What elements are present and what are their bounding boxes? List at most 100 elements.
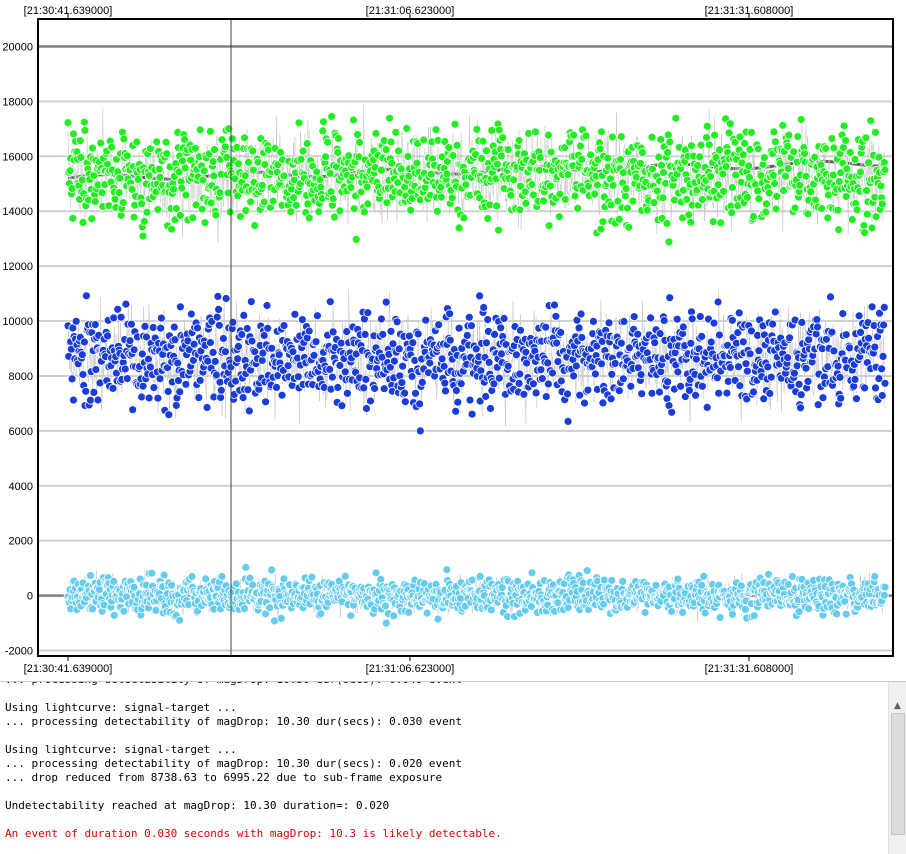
data-point bbox=[403, 124, 411, 132]
data-point bbox=[329, 195, 337, 203]
data-point bbox=[92, 366, 100, 374]
data-point bbox=[191, 144, 199, 152]
data-point bbox=[687, 218, 695, 226]
data-point bbox=[764, 363, 772, 371]
data-point bbox=[414, 330, 422, 338]
data-point bbox=[66, 167, 74, 175]
data-point bbox=[123, 375, 131, 383]
data-point bbox=[493, 202, 501, 210]
data-point bbox=[451, 120, 459, 128]
data-point bbox=[367, 397, 375, 405]
data-point bbox=[165, 411, 173, 419]
data-point bbox=[688, 315, 696, 323]
data-point bbox=[407, 206, 415, 214]
data-point bbox=[139, 232, 147, 240]
data-point bbox=[214, 292, 222, 300]
data-point bbox=[251, 222, 259, 230]
data-point bbox=[479, 137, 487, 145]
data-point bbox=[617, 155, 625, 163]
data-point bbox=[88, 215, 96, 223]
data-point bbox=[72, 317, 80, 325]
data-point bbox=[104, 332, 112, 340]
data-point bbox=[443, 170, 451, 178]
data-point bbox=[627, 382, 635, 390]
data-point bbox=[466, 396, 474, 404]
data-point bbox=[269, 197, 277, 205]
data-point bbox=[598, 360, 606, 368]
data-point bbox=[477, 367, 485, 375]
data-point bbox=[258, 181, 266, 189]
data-point bbox=[703, 134, 711, 142]
data-point bbox=[760, 154, 768, 162]
data-point bbox=[388, 159, 396, 167]
data-point bbox=[382, 298, 390, 306]
data-point bbox=[750, 388, 758, 396]
data-point bbox=[146, 145, 154, 153]
data-point bbox=[326, 365, 334, 373]
data-point bbox=[863, 187, 871, 195]
data-point bbox=[157, 314, 165, 322]
data-point bbox=[868, 303, 876, 311]
data-point bbox=[515, 379, 523, 387]
data-point bbox=[720, 187, 728, 195]
data-point bbox=[467, 322, 475, 330]
data-point bbox=[482, 147, 490, 155]
data-point bbox=[707, 172, 715, 180]
data-point bbox=[827, 293, 835, 301]
data-point bbox=[442, 387, 450, 395]
data-point bbox=[226, 208, 234, 216]
data-point bbox=[576, 142, 584, 150]
data-point bbox=[698, 332, 706, 340]
data-point bbox=[324, 138, 332, 146]
data-point bbox=[782, 172, 790, 180]
data-point bbox=[495, 226, 503, 234]
lightcurve-chart[interactable]: -200002000400060008000100001200014000160… bbox=[0, 0, 906, 681]
data-point bbox=[617, 133, 625, 141]
data-point bbox=[617, 339, 625, 347]
data-point bbox=[828, 328, 836, 336]
data-point bbox=[499, 134, 507, 142]
data-point bbox=[221, 143, 229, 151]
data-point bbox=[273, 383, 281, 391]
data-point bbox=[557, 377, 565, 385]
data-point bbox=[248, 337, 256, 345]
data-point bbox=[247, 198, 255, 206]
data-point bbox=[297, 155, 305, 163]
data-point bbox=[313, 312, 321, 320]
data-point bbox=[604, 154, 612, 162]
data-point bbox=[619, 169, 627, 177]
data-point bbox=[155, 165, 163, 173]
data-point bbox=[164, 388, 172, 396]
data-point bbox=[80, 338, 88, 346]
data-point bbox=[387, 138, 395, 146]
data-point bbox=[89, 144, 97, 152]
data-point bbox=[242, 207, 250, 215]
data-point bbox=[872, 384, 880, 392]
data-point bbox=[834, 206, 842, 214]
data-point bbox=[412, 389, 420, 397]
data-point bbox=[465, 313, 473, 321]
data-point bbox=[452, 387, 460, 395]
data-point bbox=[747, 128, 755, 136]
data-point bbox=[468, 410, 476, 418]
data-point bbox=[420, 136, 428, 144]
data-point bbox=[839, 310, 847, 318]
data-point bbox=[241, 172, 249, 180]
data-point bbox=[334, 384, 342, 392]
data-point bbox=[648, 389, 656, 397]
data-point bbox=[846, 149, 854, 157]
data-point bbox=[651, 339, 659, 347]
data-point bbox=[739, 151, 747, 159]
data-point bbox=[655, 153, 663, 161]
data-point bbox=[150, 384, 158, 392]
data-point bbox=[216, 378, 224, 386]
data-point bbox=[791, 204, 799, 212]
data-point bbox=[846, 344, 854, 352]
data-point bbox=[790, 148, 798, 156]
data-point bbox=[532, 389, 540, 397]
data-point bbox=[416, 427, 424, 435]
data-point bbox=[591, 370, 599, 378]
data-point bbox=[784, 165, 792, 173]
data-point bbox=[244, 386, 252, 394]
data-point bbox=[593, 181, 601, 189]
